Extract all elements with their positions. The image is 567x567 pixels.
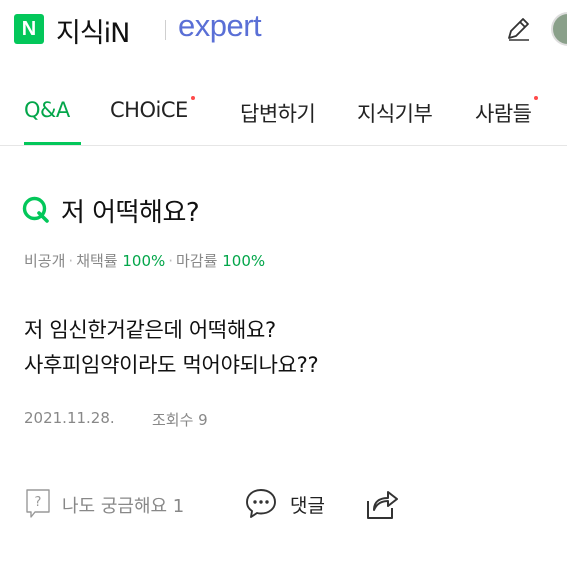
naver-logo[interactable]: N [14, 14, 44, 44]
new-dot-badge [190, 96, 195, 100]
tab-answer[interactable]: 답변하기 [240, 98, 316, 128]
service-name[interactable]: 지식iN [56, 11, 130, 50]
avatar[interactable] [551, 12, 567, 46]
share-icon[interactable] [364, 486, 400, 522]
question-box-icon[interactable]: ? [26, 489, 50, 519]
tab-label: Q&A [24, 98, 70, 122]
adoption-label: 채택률 [76, 252, 118, 270]
visibility-label: 비공개 [24, 252, 66, 270]
tab-divider [0, 145, 567, 146]
tab-donation[interactable]: 지식기부 [357, 98, 433, 128]
tab-label: CHOiCE [110, 98, 188, 122]
tab-people[interactable]: 사람들 [475, 96, 539, 128]
question-body-line: 저 임신한거같은데 어떡해요? [24, 318, 276, 342]
close-rate: 100% [222, 252, 266, 270]
pencil-icon[interactable] [503, 14, 533, 44]
post-date: 2021.11.28. [24, 409, 115, 427]
question-q-icon [22, 196, 49, 223]
app-header: N 지식iN expert [0, 0, 567, 62]
expert-logo[interactable]: expert [178, 8, 262, 44]
curious-button[interactable]: 나도 궁금해요 1 [62, 492, 184, 518]
tab-qna[interactable]: Q&A [24, 98, 70, 122]
tab-label: 지식기부 [357, 102, 433, 126]
tab-choice[interactable]: CHOiCE [110, 96, 195, 122]
comment-icon[interactable] [244, 486, 278, 520]
svg-text:?: ? [35, 495, 42, 510]
question-title: 저 어떡해요? [61, 198, 200, 228]
question-meta: 비공개 · 채택률 100% · 마감률 100% [24, 252, 266, 270]
logo-divider [165, 20, 166, 40]
tab-bar: Q&A CHOiCE 답변하기 지식기부 사람들 [0, 82, 567, 144]
tab-label: 사람들 [475, 102, 532, 126]
comment-button[interactable]: 댓글 [290, 491, 325, 518]
new-dot-badge [534, 96, 539, 100]
tab-label: 답변하기 [240, 102, 316, 126]
close-label: 마감률 [176, 252, 218, 270]
view-count: 조회수 9 [152, 411, 208, 429]
adoption-rate: 100% [122, 252, 166, 270]
question-body-line: 사후피임약이라도 먹어야되나요?? [24, 353, 319, 377]
